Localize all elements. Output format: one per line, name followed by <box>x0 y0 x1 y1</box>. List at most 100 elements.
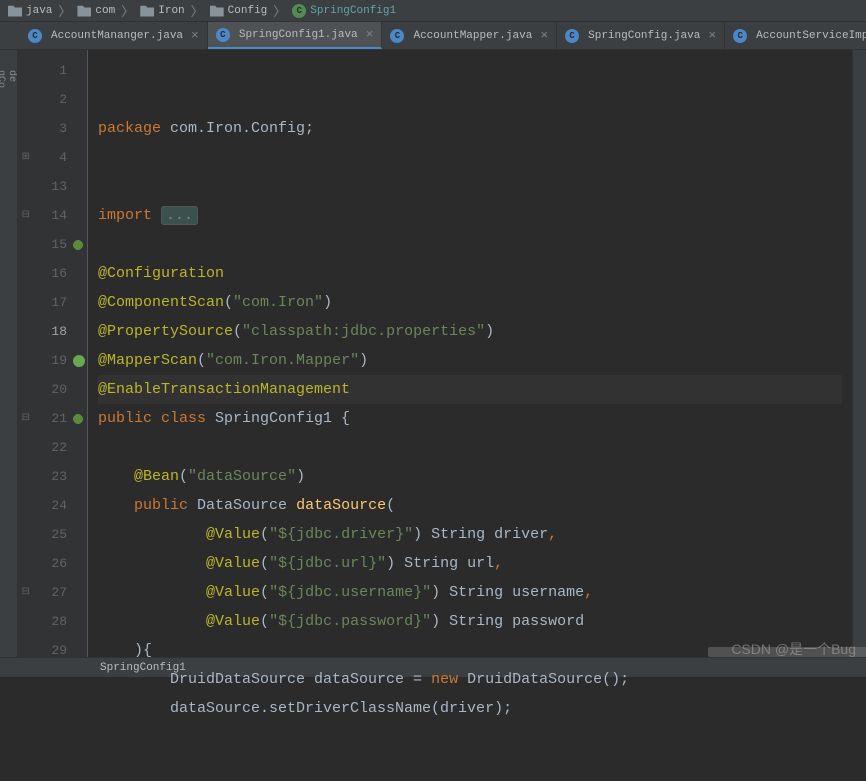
line-number[interactable]: 1 <box>18 56 87 85</box>
breadcrumb-label: Iron <box>158 5 184 17</box>
fold-icon[interactable]: ⊞ <box>18 143 30 172</box>
watermark-text: CSDN @是一个Bug <box>731 639 856 659</box>
code-line[interactable]: import ... <box>98 201 842 230</box>
code-line[interactable]: @Configuration <box>98 259 842 288</box>
close-icon[interactable]: × <box>366 27 374 42</box>
line-number[interactable]: 15 <box>18 230 87 259</box>
editor-tab[interactable]: CSpringConfig.java× <box>557 22 725 49</box>
breadcrumb-item[interactable]: Iron <box>136 5 188 17</box>
code-token: "com.Iron.Mapper" <box>206 352 359 369</box>
line-number[interactable]: 27⊟ <box>18 578 87 607</box>
code-token: DruidDataSource(); <box>467 671 629 688</box>
code-token: "dataSource" <box>188 468 296 485</box>
code-editor[interactable]: package com.Iron.Config; import ... @Confi… <box>88 50 852 657</box>
breadcrumb-item[interactable]: Config <box>206 5 272 17</box>
code-token: DruidDataSource dataSource = <box>98 671 431 688</box>
code-line[interactable]: DruidDataSource dataSource = new DruidDa… <box>98 665 842 694</box>
breadcrumb-separator: 〉 <box>273 1 286 20</box>
line-number[interactable]: 14⊟ <box>18 201 87 230</box>
code-token: import <box>98 207 161 224</box>
code-line[interactable] <box>98 230 842 259</box>
file-icon: C <box>733 29 747 43</box>
file-icon: C <box>28 29 42 43</box>
breadcrumb-label: java <box>26 5 52 17</box>
breadcrumb-separator: 〉 <box>58 1 71 20</box>
line-number[interactable]: 28 <box>18 607 87 636</box>
breadcrumb-separator: 〉 <box>121 1 134 20</box>
code-line[interactable]: public class SpringConfig1 { <box>98 404 842 433</box>
line-number[interactable]: 18 <box>18 317 87 346</box>
error-stripe[interactable] <box>852 50 866 657</box>
code-token: "classpath:jdbc.properties" <box>242 323 485 340</box>
tool-window-tabs[interactable]: degCogCountMccouuntSuntMperppeImls <box>0 50 18 657</box>
code-token: public <box>134 497 197 514</box>
code-line[interactable]: public DataSource dataSource( <box>98 491 842 520</box>
code-token: ) String username <box>431 584 584 601</box>
line-number[interactable]: 17 <box>18 288 87 317</box>
code-token: ){ <box>98 642 152 659</box>
line-number[interactable]: 22 <box>18 433 87 462</box>
code-line[interactable]: package com.Iron.Config; <box>98 114 842 143</box>
code-line[interactable]: @Value("${jdbc.url}") String url, <box>98 549 842 578</box>
code-token: "${jdbc.username}" <box>269 584 431 601</box>
code-line[interactable] <box>98 143 842 172</box>
code-token: ) <box>296 468 305 485</box>
code-line[interactable]: dataSource.setDriverClassName(driver); <box>98 694 842 723</box>
line-number[interactable]: 16 <box>18 259 87 288</box>
editor-tab[interactable]: CSpringConfig1.java× <box>208 22 383 49</box>
code-line[interactable]: @Value("${jdbc.driver}") String driver, <box>98 520 842 549</box>
editor-tab[interactable]: CAccountMananger.java× <box>20 22 208 49</box>
line-number[interactable]: 4⊞ <box>18 143 87 172</box>
code-line[interactable] <box>98 172 842 201</box>
code-token <box>98 584 206 601</box>
line-number[interactable]: 19 <box>18 346 87 375</box>
code-token: @PropertySource <box>98 323 233 340</box>
code-token: ( <box>260 613 269 630</box>
code-token: ( <box>260 555 269 572</box>
line-number[interactable]: 25 <box>18 520 87 549</box>
bean-icon[interactable] <box>71 238 85 252</box>
code-line[interactable]: @Value("${jdbc.username}") String userna… <box>98 578 842 607</box>
code-line[interactable]: @PropertySource("classpath:jdbc.properti… <box>98 317 842 346</box>
code-line[interactable]: @EnableTransactionManagement <box>98 375 842 404</box>
code-line[interactable]: @ComponentScan("com.Iron") <box>98 288 842 317</box>
fold-icon[interactable]: ⊟ <box>18 578 30 607</box>
tab-label: SpringConfig1.java <box>239 29 358 41</box>
close-icon[interactable]: × <box>708 28 716 43</box>
breadcrumb-item[interactable]: com <box>73 5 119 17</box>
line-number[interactable]: 26 <box>18 549 87 578</box>
line-number[interactable]: 3 <box>18 114 87 143</box>
folder-icon <box>77 5 91 17</box>
fold-icon[interactable]: ⊟ <box>18 404 30 433</box>
code-line[interactable]: @Value("${jdbc.password}") String passwo… <box>98 607 842 636</box>
line-number[interactable]: 2 <box>18 85 87 114</box>
line-number[interactable]: 20 <box>18 375 87 404</box>
line-number[interactable]: 21⊟ <box>18 404 87 433</box>
line-number[interactable]: 29 <box>18 636 87 665</box>
editor-tab[interactable]: CAccountServiceImp.java× <box>725 22 866 49</box>
code-token: ( <box>179 468 188 485</box>
code-token: "${jdbc.password}" <box>269 613 431 630</box>
code-token: @MapperScan <box>98 352 197 369</box>
close-icon[interactable]: × <box>540 28 548 43</box>
breadcrumb-item[interactable]: CSpringConfig1 <box>288 4 400 18</box>
code-line[interactable] <box>98 433 842 462</box>
code-token <box>98 613 206 630</box>
spring-icon[interactable] <box>73 355 85 367</box>
tool-tab[interactable]: de <box>6 70 17 637</box>
code-token: "${jdbc.url}" <box>269 555 386 572</box>
tool-tab[interactable]: gCo <box>0 70 6 637</box>
fold-icon[interactable]: ⊟ <box>18 201 30 230</box>
breadcrumb-label: Config <box>228 5 268 17</box>
bean-icon[interactable] <box>71 412 85 426</box>
close-icon[interactable]: × <box>191 28 199 43</box>
line-number[interactable]: 13 <box>18 172 87 201</box>
editor-tab[interactable]: CAccountMapper.java× <box>382 22 557 49</box>
code-token: ( <box>197 352 206 369</box>
line-number[interactable]: 23 <box>18 462 87 491</box>
line-number[interactable]: 24 <box>18 491 87 520</box>
code-token: @EnableTransactionManagement <box>98 381 350 398</box>
code-line[interactable]: @Bean("dataSource") <box>98 462 842 491</box>
breadcrumb-item[interactable]: java <box>4 5 56 17</box>
code-line[interactable]: @MapperScan("com.Iron.Mapper") <box>98 346 842 375</box>
